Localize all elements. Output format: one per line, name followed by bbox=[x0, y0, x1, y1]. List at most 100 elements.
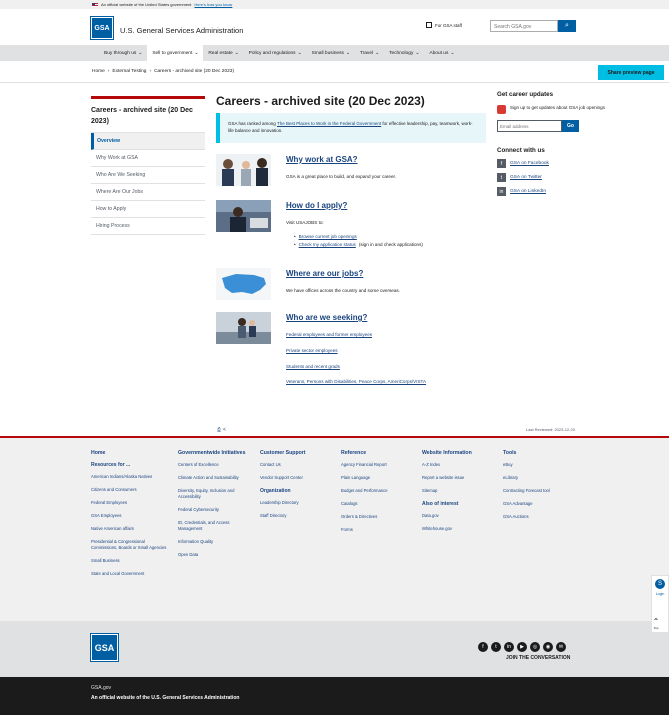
footer-link[interactable]: Staff Directory bbox=[260, 513, 336, 519]
go-button[interactable]: Go bbox=[562, 120, 579, 132]
footer-link[interactable]: Centers of Excellence bbox=[178, 462, 254, 468]
footer-link[interactable]: GSA Advantage bbox=[503, 501, 579, 507]
footer-link[interactable]: Sitemap bbox=[422, 488, 498, 494]
best-places-link[interactable]: The Best Places to Work in the Federal G… bbox=[277, 121, 381, 126]
why-work-heading[interactable]: Why work at GSA? bbox=[286, 155, 358, 164]
footer-link[interactable]: Plain Language bbox=[341, 475, 417, 481]
search-button[interactable]: ⌕ bbox=[558, 20, 576, 32]
email-field[interactable]: Email address bbox=[497, 120, 562, 132]
footer-col-3: Reference Agency Financial Report Plain La… bbox=[341, 450, 417, 540]
share-icon[interactable]: < bbox=[223, 427, 226, 433]
breadcrumb-home[interactable]: Home bbox=[92, 69, 105, 74]
footer-link[interactable]: Contact Us bbox=[260, 462, 336, 468]
footer-heading[interactable]: Reference bbox=[341, 450, 417, 456]
footer-link[interactable]: Contracting Forecast tool bbox=[503, 488, 579, 494]
site-footer: Home Resources for ... American Indians/Al… bbox=[0, 436, 669, 621]
footer-link[interactable]: Native American affairs bbox=[91, 526, 167, 532]
footer-link[interactable]: Citizens and Consumers bbox=[91, 487, 167, 493]
footer-link[interactable]: American Indians/Alaska Natives bbox=[91, 474, 167, 480]
rss-icon[interactable]: ◉ bbox=[543, 642, 553, 652]
print-icon[interactable]: ⎙ bbox=[217, 427, 221, 433]
check-status-link[interactable]: Check my application status bbox=[299, 242, 356, 247]
social-link[interactable]: in GSA on LinkedIn bbox=[497, 187, 617, 196]
sidebar-item-3[interactable]: Where Are Our Jobs bbox=[91, 184, 205, 201]
linkedin-icon[interactable]: in bbox=[504, 642, 514, 652]
facebook-icon[interactable]: f bbox=[478, 642, 488, 652]
nav-item-5[interactable]: Travel ⌄ bbox=[355, 45, 384, 61]
footer-heading[interactable]: Customer Support bbox=[260, 450, 336, 456]
footer-heading[interactable]: Home bbox=[91, 450, 167, 456]
students-link[interactable]: Students and recent grads bbox=[286, 364, 340, 369]
federal-employees-link[interactable]: Federal employees and former employees bbox=[286, 332, 372, 337]
breadcrumb-external-testing[interactable]: External Testing bbox=[112, 69, 146, 74]
footer-link[interactable]: Diversity, Equity, Inclusion and Accessi… bbox=[178, 488, 254, 500]
footer-link[interactable]: Agency Financial Report bbox=[341, 462, 417, 468]
where-jobs-heading[interactable]: Where are our jobs? bbox=[286, 269, 363, 278]
site-title[interactable]: U.S. General Services Administration bbox=[120, 26, 243, 35]
us-map-image bbox=[216, 268, 271, 300]
footer-link[interactable]: Data.gov bbox=[422, 513, 498, 519]
nav-item-3[interactable]: Policy and regulations ⌄ bbox=[244, 45, 307, 61]
footer-link[interactable]: Orders & Directives bbox=[341, 514, 417, 520]
nav-item-7[interactable]: About us ⌄ bbox=[424, 45, 459, 61]
sidebar-item-1[interactable]: Why Work at GSA bbox=[91, 150, 205, 167]
footer-link[interactable]: State and Local Government bbox=[91, 571, 167, 577]
footer-link[interactable]: Information Quality bbox=[178, 539, 254, 545]
sidebar-item-5[interactable]: Hiring Process bbox=[91, 218, 205, 235]
footer-link[interactable]: eLibrary bbox=[503, 475, 579, 481]
share-preview-button[interactable]: Share preview page bbox=[598, 65, 664, 80]
nav-item-1[interactable]: Sell to government ⌄ bbox=[147, 45, 204, 61]
footer-col-1: Governmentwide Initiatives Centers of Exc… bbox=[178, 450, 254, 565]
banner-link[interactable]: Here's how you know bbox=[194, 2, 232, 7]
sidebar-item-0[interactable]: Overview bbox=[91, 133, 205, 150]
footer-link[interactable]: Open Data bbox=[178, 552, 254, 558]
social-link[interactable]: f GSA on Facebook bbox=[497, 159, 617, 168]
social-link[interactable]: t GSA on Twitter bbox=[497, 173, 617, 182]
footer-link[interactable]: Report a website issue bbox=[422, 475, 498, 481]
how-apply-text: Visit USAJOBS to: bbox=[286, 220, 324, 225]
sidebar-item-2[interactable]: Who Are We Seeking bbox=[91, 167, 205, 184]
youtube-icon[interactable]: ▶ bbox=[517, 642, 527, 652]
gsa-logo[interactable]: GSA bbox=[90, 16, 114, 40]
footer-link[interactable]: Vendor Support Center bbox=[260, 475, 336, 481]
nav-item-6[interactable]: Technology ⌄ bbox=[384, 45, 424, 61]
instagram-icon[interactable]: ◎ bbox=[530, 642, 540, 652]
footer-link[interactable]: Presidential & Congressional Commissions… bbox=[91, 539, 167, 551]
footer-link[interactable]: Whitehouse.gov bbox=[422, 526, 498, 532]
back-to-top-button[interactable]: ⌃ Top bbox=[648, 617, 664, 631]
footer-subheading: Also of interest bbox=[422, 501, 459, 507]
footer-link[interactable]: ID, Credentials, and Access Management bbox=[178, 520, 254, 532]
footer-link[interactable]: A-Z Index bbox=[422, 462, 498, 468]
who-seeking-heading[interactable]: Who are we seeking? bbox=[286, 313, 367, 322]
gsa-footer-logo[interactable]: GSA bbox=[90, 633, 119, 662]
for-gsa-staff-link[interactable]: For GSA staff bbox=[426, 22, 462, 28]
footer-link[interactable]: Forms bbox=[341, 527, 417, 533]
browse-jobs-link[interactable]: Browse current job openings bbox=[299, 234, 357, 239]
footer-link[interactable]: eBuy bbox=[503, 462, 579, 468]
seeking-photo bbox=[216, 312, 271, 344]
sidebar-item-4[interactable]: How to Apply bbox=[91, 201, 205, 218]
how-apply-heading[interactable]: How do I apply? bbox=[286, 201, 347, 210]
nav-item-4[interactable]: Small business ⌄ bbox=[307, 45, 355, 61]
footer-link[interactable]: Catalogs bbox=[341, 501, 417, 507]
private-sector-link[interactable]: Private sector employees bbox=[286, 348, 338, 353]
footer-link[interactable]: Federal Cybersecurity bbox=[178, 507, 254, 513]
footer-link[interactable]: Leadership Directory bbox=[260, 500, 336, 506]
footer-heading[interactable]: Tools bbox=[503, 450, 579, 456]
connect-title: Connect with us bbox=[497, 147, 545, 154]
twitter-icon[interactable]: t bbox=[491, 642, 501, 652]
nav-item-2[interactable]: Real estate ⌄ bbox=[203, 45, 243, 61]
footer-link[interactable]: Small Business bbox=[91, 558, 167, 564]
footer-heading[interactable]: Website Information bbox=[422, 450, 498, 456]
footer-link[interactable]: Climate Action and Sustainability bbox=[178, 475, 254, 481]
nav-item-0[interactable]: Buy through us ⌄ bbox=[99, 45, 147, 61]
veterans-link[interactable]: Veterans, Persons with Disabilities, Pea… bbox=[286, 379, 426, 384]
search-input[interactable]: Search GSA.gov bbox=[490, 20, 558, 32]
footer-link[interactable]: Federal Employees bbox=[91, 500, 167, 506]
footer-link[interactable]: GSA Auctions bbox=[503, 514, 579, 520]
footer-link[interactable]: Budget and Performance bbox=[341, 488, 417, 494]
footer-col-2: Customer Support Contact Us Vendor Support… bbox=[260, 450, 336, 526]
footer-link[interactable]: GSA Employees bbox=[91, 513, 167, 519]
email-icon[interactable]: ✉ bbox=[556, 642, 566, 652]
footer-heading[interactable]: Governmentwide Initiatives bbox=[178, 450, 254, 456]
